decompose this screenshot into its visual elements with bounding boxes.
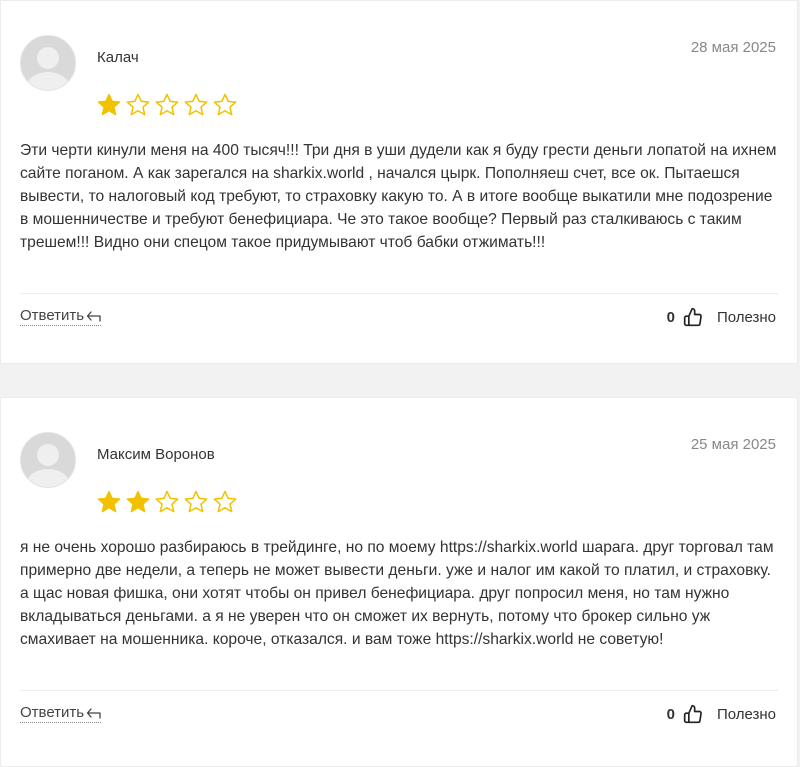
review-text: я не очень хорошо разбираюсь в трейдинге… xyxy=(20,539,774,648)
review-date: 25 мая 2025 xyxy=(690,436,776,453)
thumbs-up-icon[interactable] xyxy=(683,704,703,724)
star-filled-icon xyxy=(126,490,150,513)
avatar-head-shape xyxy=(37,444,59,466)
reply-arrow-icon xyxy=(86,310,101,322)
star-rating xyxy=(96,92,238,118)
reply-label: Ответить xyxy=(20,307,85,324)
likes-count: 0 xyxy=(666,308,675,326)
avatar-head-shape xyxy=(37,47,59,69)
review-author: Калач xyxy=(97,49,139,66)
review-card: Максим Воронов 25 мая 2025 я не очень хо… xyxy=(0,397,798,767)
avatar-body-shape xyxy=(26,469,70,487)
star-empty-icon xyxy=(213,490,237,513)
useful-button[interactable]: Полезно xyxy=(717,309,776,326)
review-card: Калач 28 мая 2025 Эти черти кинули меня … xyxy=(0,0,798,364)
likes-block: 0 Полезно xyxy=(667,704,776,724)
star-empty-icon xyxy=(155,490,179,513)
review-author: Максим Воронов xyxy=(97,446,215,463)
avatar-body-shape xyxy=(26,72,70,90)
reply-label: Ответить xyxy=(20,704,85,721)
star-empty-icon xyxy=(213,93,237,116)
avatar xyxy=(20,432,76,488)
divider xyxy=(20,690,778,691)
star-filled-icon xyxy=(97,93,121,116)
star-empty-icon xyxy=(184,490,208,513)
reply-arrow-icon xyxy=(86,707,101,719)
star-empty-icon xyxy=(155,93,179,116)
review-text: Эти черти кинули меня на 400 тысяч!!! Тр… xyxy=(20,142,777,251)
useful-button[interactable]: Полезно xyxy=(717,706,776,723)
thumbs-up-icon[interactable] xyxy=(683,307,703,327)
review-date: 28 мая 2025 xyxy=(690,39,776,56)
star-empty-icon xyxy=(184,93,208,116)
star-empty-icon xyxy=(126,93,150,116)
likes-block: 0 Полезно xyxy=(667,307,776,327)
star-filled-icon xyxy=(97,490,121,513)
star-rating xyxy=(96,489,238,515)
avatar xyxy=(20,35,76,91)
reply-button[interactable]: Ответить xyxy=(20,307,102,326)
reply-button[interactable]: Ответить xyxy=(20,704,102,723)
divider xyxy=(20,293,778,294)
likes-count: 0 xyxy=(666,705,675,723)
